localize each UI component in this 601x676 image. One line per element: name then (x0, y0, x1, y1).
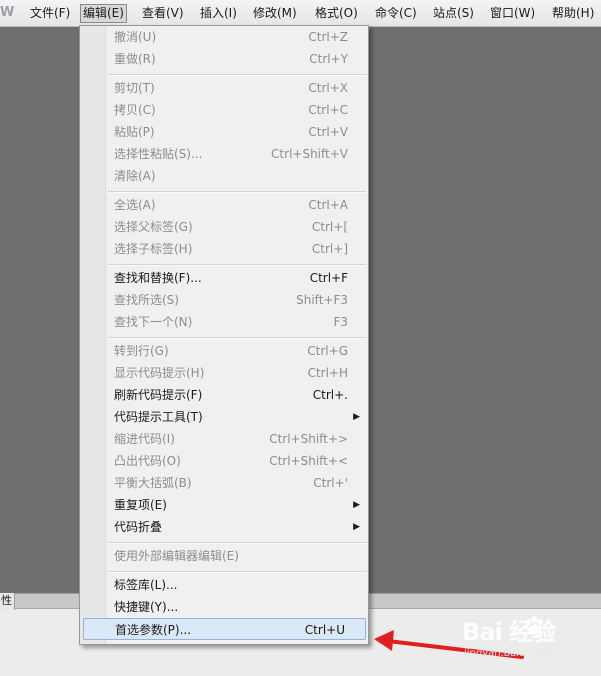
menu-item-find-next[interactable]: 查找下一个(N) F3 (106, 311, 368, 333)
menu-item-paste-special[interactable]: 选择性粘贴(S)... Ctrl+Shift+V (106, 143, 368, 165)
edit-menu-dropdown: 撤消(U) Ctrl+Z 重做(R) Ctrl+Y 剪切(T) Ctrl+X 拷贝(C… (79, 25, 369, 645)
menu-item-redo[interactable]: 重做(R) Ctrl+Y (106, 48, 368, 70)
menu-commands[interactable]: 命令(C) (373, 4, 419, 23)
menu-item-repeat-items[interactable]: 重复项(E) ▶ (106, 494, 368, 516)
menu-item-select-child-tag[interactable]: 选择子标签(H) Ctrl+] (106, 238, 368, 260)
menu-separator (108, 74, 366, 76)
submenu-arrow-icon: ▶ (353, 522, 360, 532)
submenu-arrow-icon: ▶ (353, 412, 360, 422)
menu-separator (108, 571, 366, 573)
menu-modify[interactable]: 修改(M) (251, 4, 299, 23)
menu-insert[interactable]: 插入(I) (198, 4, 239, 23)
menu-bar: W 文件(F) 编辑(E) 查看(V) 插入(I) 修改(M) 格式(O) 命令… (0, 0, 601, 27)
menu-item-clear[interactable]: 清除(A) (106, 165, 368, 187)
menu-separator (108, 542, 366, 544)
menu-item-undo[interactable]: 撤消(U) Ctrl+Z (106, 26, 368, 48)
menu-item-find-selection[interactable]: 查找所选(S) Shift+F3 (106, 289, 368, 311)
menu-item-tag-libraries[interactable]: 标签库(L)... (106, 574, 368, 596)
menu-item-edit-external[interactable]: 使用外部编辑器编辑(E) (106, 545, 368, 567)
paw-icon (525, 616, 543, 635)
baidu-watermark: Bai 经验 jingyan.baidu.com (462, 612, 598, 666)
menu-separator (108, 191, 366, 193)
watermark-site: jingyan.baidu.com (464, 648, 557, 659)
menu-separator (108, 337, 366, 339)
menu-site[interactable]: 站点(S) (431, 4, 476, 23)
panel-tab-properties[interactable]: 性 (0, 593, 15, 610)
menu-edit[interactable]: 编辑(E) (80, 4, 127, 23)
menu-separator (108, 264, 366, 266)
menu-item-indent-code[interactable]: 缩进代码(I) Ctrl+Shift+> (106, 428, 368, 450)
menu-item-go-to-line[interactable]: 转到行(G) Ctrl+G (106, 340, 368, 362)
menu-item-paste[interactable]: 粘贴(P) Ctrl+V (106, 121, 368, 143)
menu-file[interactable]: 文件(F) (28, 4, 72, 23)
menu-item-refresh-code-hints[interactable]: 刷新代码提示(F) Ctrl+. (106, 384, 368, 406)
menu-help[interactable]: 帮助(H) (550, 4, 596, 23)
menu-item-copy[interactable]: 拷贝(C) Ctrl+C (106, 99, 368, 121)
menu-item-find-replace[interactable]: 查找和替换(F)... Ctrl+F (106, 267, 368, 289)
menu-item-select-all[interactable]: 全选(A) Ctrl+A (106, 194, 368, 216)
menu-item-outdent-code[interactable]: 凸出代码(O) Ctrl+Shift+< (106, 450, 368, 472)
menu-item-balance-braces[interactable]: 平衡大括弧(B) Ctrl+' (106, 472, 368, 494)
menu-window[interactable]: 窗口(W) (488, 4, 537, 23)
menu-view[interactable]: 查看(V) (140, 4, 186, 23)
menu-format[interactable]: 格式(O) (313, 4, 360, 23)
menu-item-preferences[interactable]: 首选参数(P)... Ctrl+U (83, 618, 366, 640)
submenu-arrow-icon: ▶ (353, 500, 360, 510)
menu-icon-gutter (80, 26, 106, 644)
menu-item-code-hint-tools[interactable]: 代码提示工具(T) ▶ (106, 406, 368, 428)
menu-item-keyboard-shortcuts[interactable]: 快捷键(Y)... (106, 596, 368, 618)
menu-item-code-collapse[interactable]: 代码折叠 ▶ (106, 516, 368, 538)
app-logo: W (0, 5, 15, 20)
menu-item-cut[interactable]: 剪切(T) Ctrl+X (106, 77, 368, 99)
menu-item-select-parent-tag[interactable]: 选择父标签(G) Ctrl+[ (106, 216, 368, 238)
menu-item-show-code-hints[interactable]: 显示代码提示(H) Ctrl+H (106, 362, 368, 384)
